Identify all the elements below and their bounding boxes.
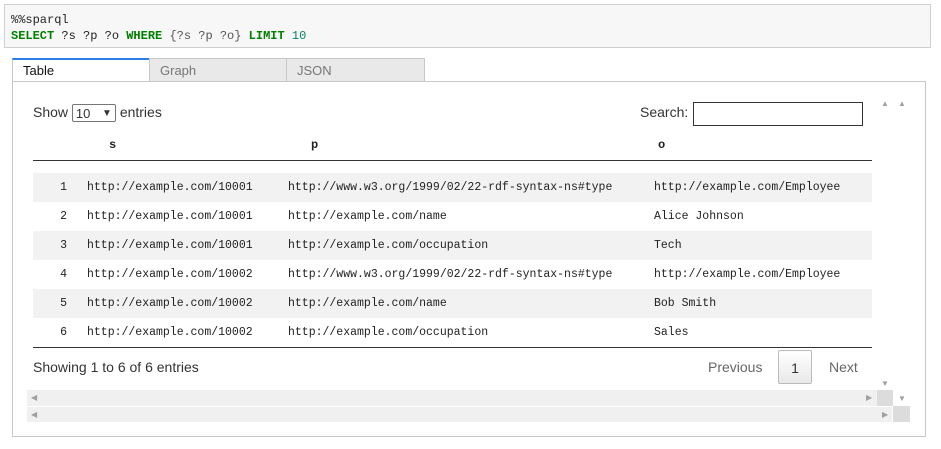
cell-o: Tech <box>654 239 682 252</box>
cell-o: Alice Johnson <box>654 210 744 223</box>
magic-line: %%sparql <box>11 13 69 27</box>
cell-o: http://example.com/Employee <box>654 181 841 194</box>
scroll-up-icon[interactable]: ▲ <box>898 99 906 108</box>
table-header: s p o <box>33 128 872 161</box>
chevron-down-icon: ▼ <box>102 108 112 120</box>
cell-p: http://example.com/name <box>288 210 447 223</box>
search-control: Search: <box>640 102 863 126</box>
query-pattern: {?s ?p ?o} <box>162 29 249 43</box>
tab-table[interactable]: Table <box>12 58 150 82</box>
cell-s: http://example.com/10002 <box>87 268 253 281</box>
column-header-o[interactable]: o <box>658 138 665 152</box>
cell-s: http://example.com/10001 <box>87 210 253 223</box>
show-label: Show <box>33 104 69 120</box>
search-label: Search: <box>640 104 689 120</box>
cell-s: http://example.com/10001 <box>87 181 253 194</box>
row-index: 3 <box>60 239 67 252</box>
entries-label: entries <box>119 104 162 120</box>
cell-o: http://example.com/Employee <box>654 268 841 281</box>
cell-p: http://www.w3.org/1999/02/22-rdf-syntax-… <box>288 268 613 281</box>
tab-json[interactable]: JSON <box>286 58 425 82</box>
page-1-button[interactable]: 1 <box>778 350 812 384</box>
table-bottom-rule <box>33 347 872 348</box>
row-index: 4 <box>60 268 67 281</box>
cell-s: http://example.com/10002 <box>87 326 253 339</box>
scroll-left-icon[interactable]: ◀ <box>31 410 37 419</box>
horizontal-scrollbar-outer[interactable]: ◀ ▶ <box>27 407 892 422</box>
table-row: 1 http://example.com/10001 http://www.w3.o… <box>33 173 872 202</box>
page-length-control: Show 10 ▼ entries <box>33 104 162 123</box>
where-keyword: WHERE <box>126 29 163 43</box>
scrollbar-corner <box>893 406 910 422</box>
cell-p: http://example.com/occupation <box>288 326 489 339</box>
query-line: SELECT ?s ?p ?o WHERE {?s ?p ?o} LIMIT 1… <box>11 28 924 44</box>
limit-value: 10 <box>284 29 307 43</box>
previous-button[interactable]: Previous <box>708 350 762 384</box>
table-info: Showing 1 to 6 of 6 entries <box>33 359 199 375</box>
row-index: 1 <box>60 181 67 194</box>
cell-o: Sales <box>654 326 689 339</box>
sparql-code-cell[interactable]: %%sparql SELECT ?s ?p ?o WHERE {?s ?p ?o… <box>4 4 931 48</box>
search-input[interactable] <box>693 102 863 126</box>
row-index: 2 <box>60 210 67 223</box>
cell-s: http://example.com/10001 <box>87 239 253 252</box>
scroll-down-icon[interactable]: ▼ <box>881 379 889 388</box>
cell-o: Bob Smith <box>654 297 717 310</box>
cell-p: http://example.com/occupation <box>288 239 489 252</box>
row-index: 6 <box>60 326 67 339</box>
scroll-right-icon[interactable]: ▶ <box>882 410 888 419</box>
row-index: 5 <box>60 297 67 310</box>
select-keyword: SELECT <box>11 29 55 43</box>
next-button[interactable]: Next <box>829 350 858 384</box>
limit-keyword: LIMIT <box>248 29 285 43</box>
cell-p: http://example.com/name <box>288 297 447 310</box>
page-length-value: 10 <box>75 106 91 122</box>
column-header-p[interactable]: p <box>311 138 318 152</box>
scroll-right-icon[interactable]: ▶ <box>866 393 872 402</box>
tab-graph[interactable]: Graph <box>149 58 287 82</box>
query-vars: ?s ?p ?o <box>54 29 127 43</box>
page-length-select[interactable]: 10 ▼ <box>71 104 116 123</box>
table-row: 3 http://example.com/10001 http://example.… <box>33 231 872 260</box>
scroll-up-icon[interactable]: ▲ <box>881 99 889 108</box>
table-row: 4 http://example.com/10002 http://www.w3.o… <box>33 260 872 289</box>
vertical-scrollbar[interactable]: ▲ ▲ ▼ <box>876 97 910 390</box>
table-row: 5 http://example.com/10002 http://example.… <box>33 289 872 318</box>
scroll-left-icon[interactable]: ◀ <box>31 393 37 402</box>
table-row: 6 http://example.com/10002 http://example.… <box>33 318 872 347</box>
horizontal-scrollbar[interactable]: ◀ ▶ <box>27 390 877 406</box>
column-header-s[interactable]: s <box>109 138 116 152</box>
scrollbar-corner <box>877 390 893 406</box>
scroll-down-icon[interactable]: ▼ <box>898 394 906 403</box>
cell-p: http://www.w3.org/1999/02/22-rdf-syntax-… <box>288 181 613 194</box>
results-table: s p o 1 http://example.com/10001 http://ww… <box>33 128 872 348</box>
cell-s: http://example.com/10002 <box>87 297 253 310</box>
table-row: 2 http://example.com/10001 http://example.… <box>33 202 872 231</box>
